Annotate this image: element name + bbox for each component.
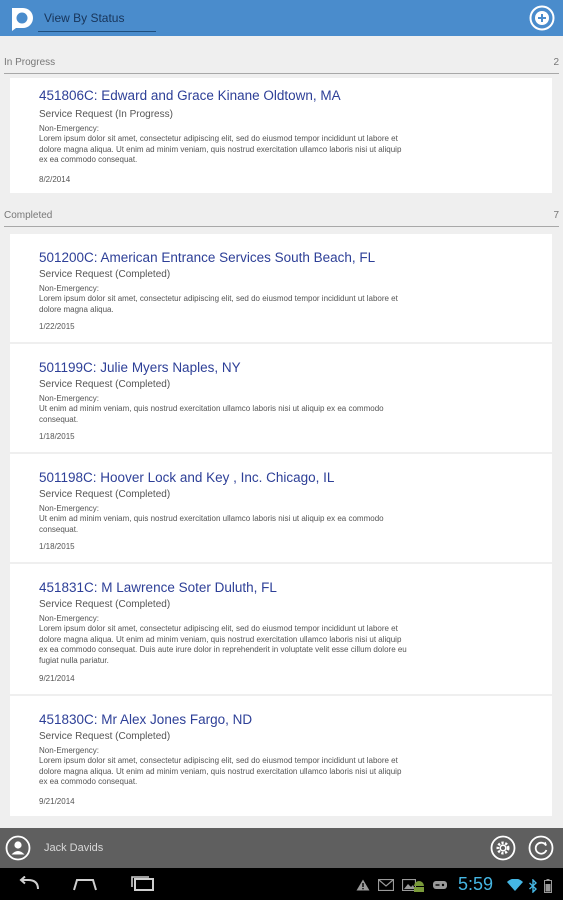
- system-navigation-bar: 5:59: [0, 868, 563, 900]
- user-avatar-icon[interactable]: [5, 835, 31, 861]
- wifi-icon: [507, 879, 523, 891]
- user-name: Jack Davids: [44, 842, 104, 854]
- item-type: Service Request (In Progress): [39, 109, 173, 120]
- section-title: Completed: [4, 210, 53, 221]
- section-count: 7: [553, 210, 559, 221]
- list-item[interactable]: 451831C: M Lawrence Soter Duluth, FL Ser…: [10, 564, 552, 694]
- description-line: Ut enim ad minim veniam, quis nostrud ex…: [39, 514, 384, 523]
- item-date: 8/2/2014: [39, 175, 71, 184]
- bottom-user-bar: Jack Davids: [0, 828, 563, 868]
- item-title[interactable]: 451830C: Mr Alex Jones Fargo, ND: [39, 712, 252, 727]
- item-category: Non-Emergency:: [39, 394, 100, 403]
- item-type: Service Request (Completed): [39, 379, 171, 390]
- description-line: dolore magna aliqua.: [39, 304, 114, 314]
- item-date: 1/18/2015: [39, 542, 75, 551]
- item-type: Service Request (Completed): [39, 731, 171, 742]
- item-description: Lorem ipsum dolor sit amet, consectetur …: [39, 134, 509, 166]
- warning-icon: [356, 879, 370, 891]
- android-icon: [414, 881, 424, 892]
- section-header-in-progress: In Progress 2: [0, 52, 563, 74]
- gmail-icon: [378, 879, 394, 891]
- item-title[interactable]: 501198C: Hoover Lock and Key , Inc. Chic…: [39, 470, 334, 485]
- description-line: ex ea commodo consequat.: [39, 155, 138, 164]
- item-type: Service Request (Completed): [39, 489, 171, 500]
- item-description: Lorem ipsum dolor sit amet, consectetur …: [39, 294, 509, 315]
- item-title[interactable]: 501199C: Julie Myers Naples, NY: [39, 360, 241, 375]
- battery-icon: [544, 879, 552, 893]
- item-type: Service Request (Completed): [39, 269, 171, 280]
- refresh-icon[interactable]: [528, 835, 554, 861]
- list-item[interactable]: 501198C: Hoover Lock and Key , Inc. Chic…: [10, 454, 552, 562]
- description-line: fugiat nulla pariatur.: [39, 655, 109, 665]
- description-line: dolore magna aliqua. Ut enim ad minim ve…: [39, 766, 402, 776]
- item-category: Non-Emergency:: [39, 614, 100, 623]
- item-date: 1/22/2015: [39, 322, 75, 331]
- section-divider: [4, 226, 559, 227]
- view-by-status-dropdown[interactable]: View By Status: [38, 0, 156, 32]
- description-line: Lorem ipsum dolor sit amet, consectetur …: [39, 294, 398, 303]
- description-line: ex ea commodo consequat. Duis aute irure…: [39, 645, 407, 654]
- item-description: Ut enim ad minim veniam, quis nostrud ex…: [39, 514, 509, 535]
- item-category: Non-Emergency:: [39, 746, 100, 755]
- item-description: Lorem ipsum dolor sit amet, consectetur …: [39, 756, 509, 788]
- description-line: Lorem ipsum dolor sit amet, consectetur …: [39, 756, 398, 765]
- description-line: Lorem ipsum dolor sit amet, consectetur …: [39, 624, 398, 633]
- item-title[interactable]: 451806C: Edward and Grace Kinane Oldtown…: [39, 88, 341, 103]
- item-date: 1/18/2015: [39, 432, 75, 441]
- description-line: dolore magna aliqua. Ut enim ad minim ve…: [39, 144, 402, 154]
- gamepad-icon: [433, 881, 447, 889]
- top-action-bar: View By Status: [0, 0, 563, 36]
- status-clock: 5:59: [458, 874, 494, 894]
- list-item[interactable]: 451830C: Mr Alex Jones Fargo, ND Service…: [10, 696, 552, 816]
- item-category: Non-Emergency:: [39, 504, 100, 513]
- item-title[interactable]: 501200C: American Entrance Services Sout…: [39, 250, 375, 265]
- home-icon[interactable]: [72, 876, 98, 892]
- description-line: dolore magna aliqua. Ut enim ad minim ve…: [39, 634, 402, 644]
- item-date: 9/21/2014: [39, 797, 75, 806]
- gear-icon[interactable]: [490, 835, 516, 861]
- section-title: In Progress: [4, 57, 56, 68]
- request-list[interactable]: In Progress 2 451806C: Edward and Grace …: [0, 36, 563, 828]
- recent-apps-icon[interactable]: [130, 876, 156, 892]
- item-title[interactable]: 451831C: M Lawrence Soter Duluth, FL: [39, 580, 277, 595]
- list-item[interactable]: 501199C: Julie Myers Naples, NY Service …: [10, 344, 552, 452]
- app-logo-icon[interactable]: [6, 4, 34, 32]
- description-line: Ut enim ad minim veniam, quis nostrud ex…: [39, 404, 384, 413]
- section-count: 2: [553, 57, 559, 68]
- item-date: 9/21/2014: [39, 674, 75, 683]
- back-icon[interactable]: [16, 876, 42, 892]
- description-line: consequat.: [39, 524, 79, 534]
- description-line: Lorem ipsum dolor sit amet, consectetur …: [39, 134, 398, 143]
- item-type: Service Request (Completed): [39, 599, 171, 610]
- add-circle-icon[interactable]: [529, 5, 555, 31]
- bluetooth-icon: [529, 879, 538, 893]
- section-divider: [4, 73, 559, 74]
- section-header-completed: Completed 7: [0, 205, 563, 227]
- item-description: Ut enim ad minim veniam, quis nostrud ex…: [39, 404, 509, 425]
- view-by-status-label: View By Status: [44, 11, 125, 25]
- item-category: Non-Emergency:: [39, 124, 100, 133]
- list-item[interactable]: 451806C: Edward and Grace Kinane Oldtown…: [10, 78, 552, 193]
- description-line: ex ea commodo consequat.: [39, 777, 138, 786]
- item-description: Lorem ipsum dolor sit amet, consectetur …: [39, 624, 509, 666]
- item-category: Non-Emergency:: [39, 284, 100, 293]
- description-line: consequat.: [39, 414, 79, 424]
- list-item[interactable]: 501200C: American Entrance Services Sout…: [10, 234, 552, 342]
